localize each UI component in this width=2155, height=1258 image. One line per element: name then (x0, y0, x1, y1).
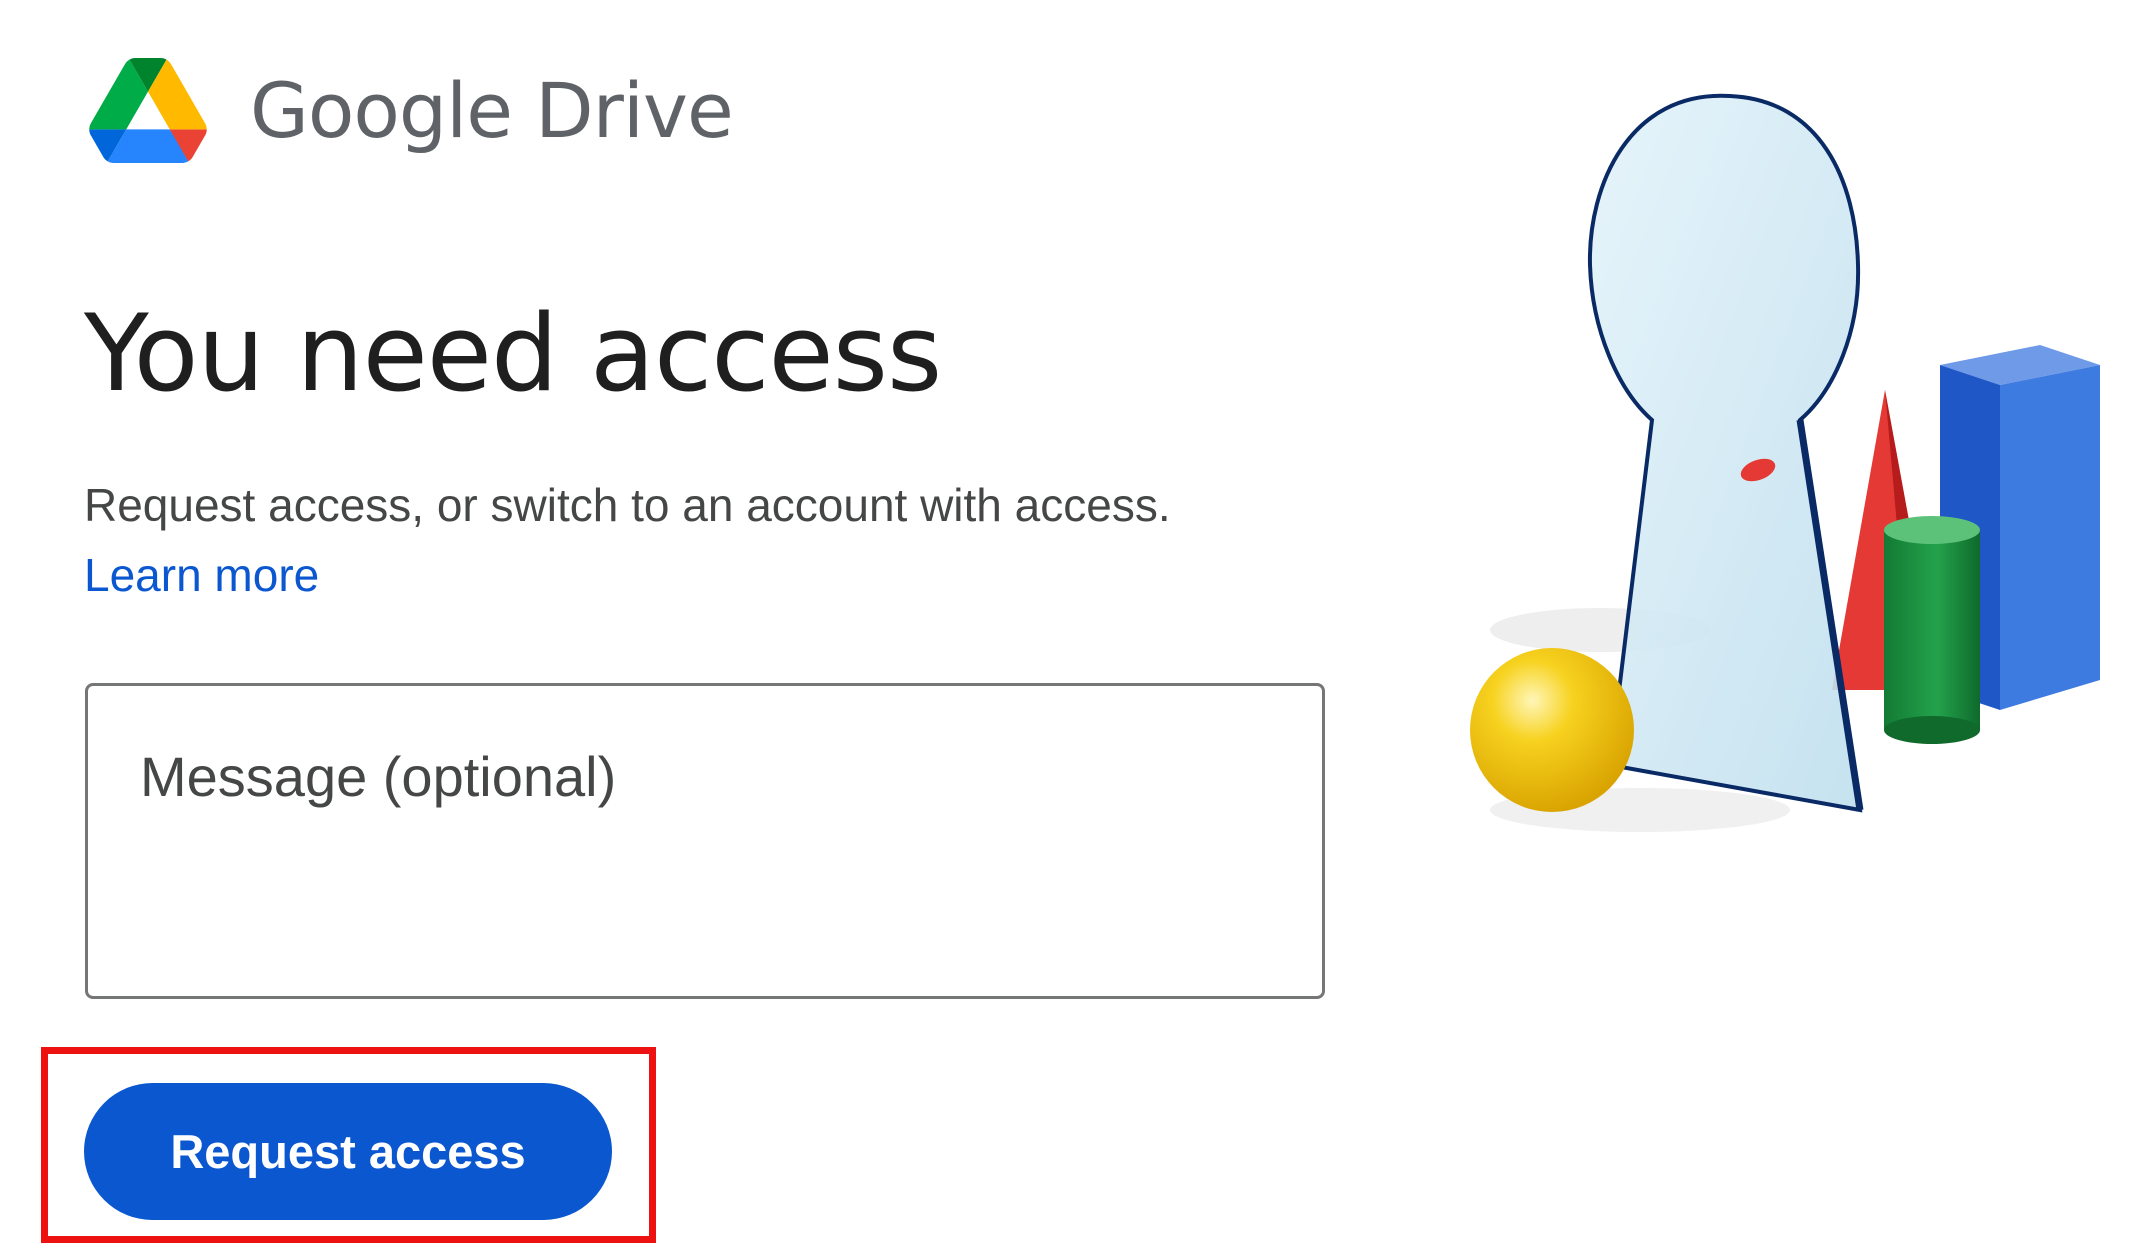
brand-header: Google Drive (88, 58, 734, 163)
keyhole-shape (1587, 93, 1863, 813)
request-access-button[interactable]: Request access (84, 1083, 612, 1220)
keyhole-illustration (1470, 93, 2100, 832)
blue-box-shape (2000, 365, 2100, 710)
google-drive-logo-icon (89, 58, 207, 163)
green-cylinder-shape (1884, 716, 1980, 744)
yellow-sphere-shape (1470, 648, 1634, 812)
green-cylinder-shape (1884, 516, 1980, 544)
learn-more-link[interactable]: Learn more (84, 548, 319, 602)
product-name: Google Drive (250, 66, 734, 155)
page-title: You need access (84, 292, 942, 415)
green-cylinder-shape (1884, 530, 1980, 730)
access-description: Request access, or switch to an account … (84, 479, 1171, 531)
message-field[interactable] (85, 683, 1325, 999)
message-input[interactable] (140, 744, 1260, 964)
